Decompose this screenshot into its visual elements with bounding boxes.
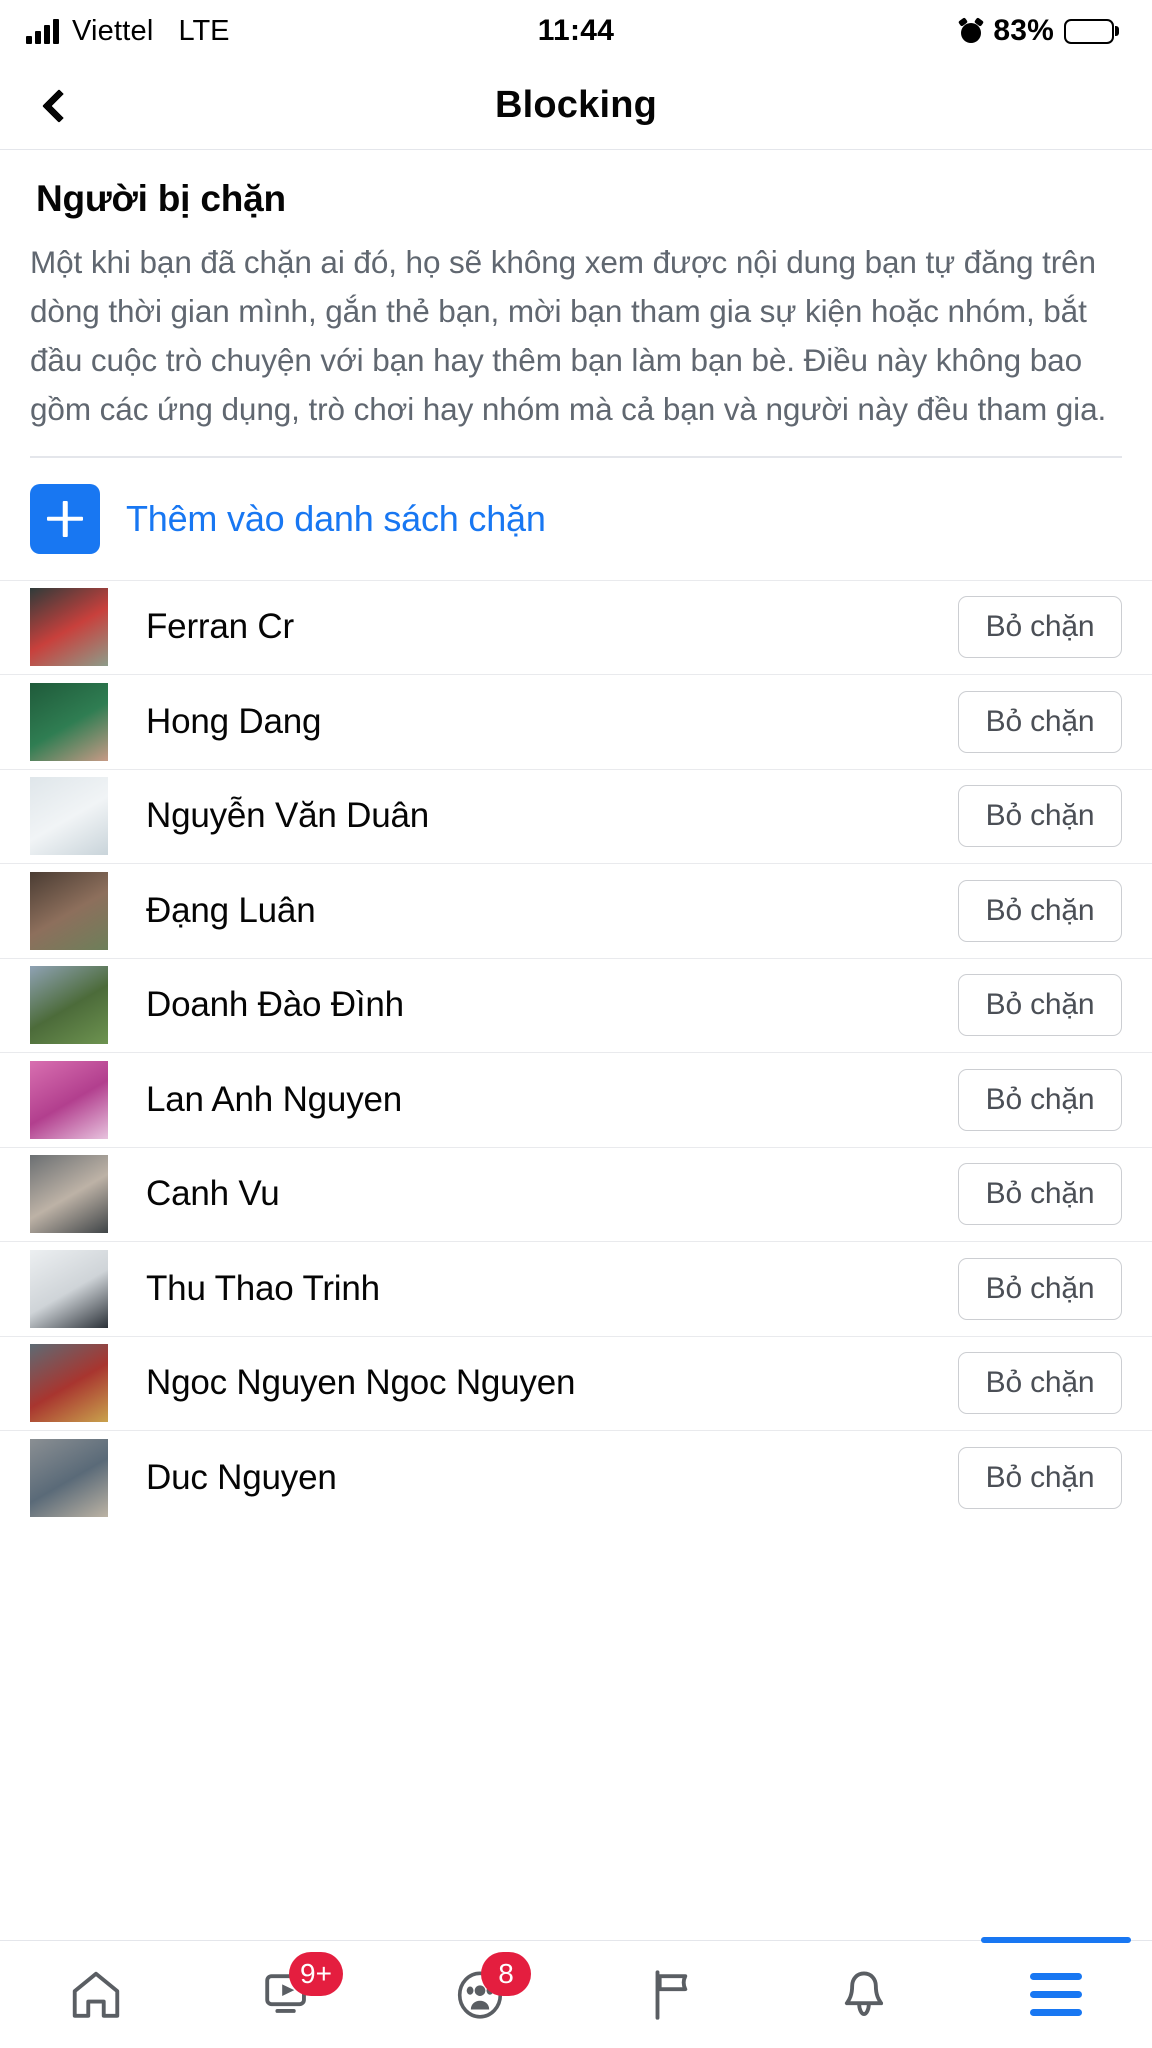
blocked-person-name: Thu Thao Trinh bbox=[146, 1268, 380, 1308]
unblock-button[interactable]: Bỏ chặn bbox=[958, 785, 1122, 848]
blocked-person-row[interactable]: Lan Anh Nguyen Bỏ chặn bbox=[0, 1052, 1152, 1147]
scroll-content[interactable]: Người bị chặn Một khi bạn đã chặn ai đó,… bbox=[0, 150, 1152, 1940]
avatar-image bbox=[30, 1060, 108, 1139]
blocked-person-row[interactable]: Đạng Luân Bỏ chặn bbox=[0, 863, 1152, 958]
avatar[interactable] bbox=[30, 588, 108, 667]
avatar-image bbox=[30, 682, 108, 761]
unblock-button[interactable]: Bỏ chặn bbox=[958, 1257, 1122, 1320]
tab-home[interactable] bbox=[0, 1941, 192, 2048]
avatar[interactable] bbox=[30, 1438, 108, 1517]
groups-badge: 8 bbox=[481, 1951, 531, 1996]
blocked-person-row[interactable]: Thu Thao Trinh Bỏ chặn bbox=[0, 1241, 1152, 1336]
add-to-block-list-label: Thêm vào danh sách chặn bbox=[126, 497, 546, 539]
people-group-icon: 8 bbox=[449, 1951, 531, 2026]
blocked-person-name: Lan Anh Nguyen bbox=[146, 1079, 403, 1119]
avatar-image bbox=[30, 966, 108, 1045]
tab-marketplace[interactable] bbox=[576, 1941, 768, 2048]
avatar[interactable] bbox=[30, 1060, 108, 1139]
plus-icon bbox=[30, 483, 100, 554]
avatar[interactable] bbox=[30, 966, 108, 1045]
unblock-button[interactable]: Bỏ chặn bbox=[958, 1068, 1122, 1131]
section-title: Người bị chặn bbox=[36, 178, 286, 219]
tab-menu[interactable] bbox=[960, 1937, 1152, 2048]
avatar-image bbox=[30, 1438, 108, 1517]
avatar-image bbox=[30, 777, 108, 856]
alarm-icon bbox=[958, 17, 985, 43]
avatar-image bbox=[30, 1155, 108, 1234]
avatar[interactable] bbox=[30, 1344, 108, 1423]
page-title: Blocking bbox=[494, 84, 658, 126]
section-header: Người bị chặn bbox=[0, 150, 1152, 224]
blocked-person-name: Ngoc Nguyen Ngoc Nguyen bbox=[146, 1363, 576, 1403]
blocked-person-name: Nguyễn Văn Duân bbox=[146, 796, 430, 836]
blocked-person-row[interactable]: Canh Vu Bỏ chặn bbox=[0, 1146, 1152, 1242]
avatar-image bbox=[30, 1344, 108, 1423]
avatar-image bbox=[30, 588, 108, 667]
avatar-image bbox=[30, 1249, 108, 1328]
unblock-button[interactable]: Bỏ chặn bbox=[958, 690, 1122, 753]
blocked-person-row[interactable]: Hong Dang Bỏ chặn bbox=[0, 674, 1152, 769]
nav-header: Blocking bbox=[0, 62, 1152, 150]
avatar[interactable] bbox=[30, 1155, 108, 1234]
watch-badge: 9+ bbox=[289, 1951, 343, 1996]
blocked-person-name: Ferran Cr bbox=[146, 607, 294, 647]
avatar[interactable] bbox=[30, 777, 108, 856]
unblock-button[interactable]: Bỏ chặn bbox=[958, 1446, 1122, 1509]
avatar-image bbox=[30, 871, 108, 950]
blocked-person-name: Đạng Luân bbox=[146, 890, 316, 930]
add-to-block-list-button[interactable]: Thêm vào danh sách chặn bbox=[0, 458, 1152, 580]
active-tab-indicator bbox=[981, 1937, 1131, 1943]
flag-icon bbox=[641, 1964, 703, 2026]
blocked-person-name: Doanh Đào Đình bbox=[146, 985, 404, 1025]
bell-icon bbox=[833, 1964, 895, 2026]
tab-notifications[interactable] bbox=[768, 1941, 960, 2048]
avatar[interactable] bbox=[30, 871, 108, 950]
blocked-person-row[interactable]: Duc Nguyen Bỏ chặn bbox=[0, 1430, 1152, 1525]
blocked-person-row[interactable]: Doanh Đào Đình Bỏ chặn bbox=[0, 957, 1152, 1053]
tab-groups[interactable]: 8 bbox=[384, 1941, 576, 2048]
hamburger-menu-icon bbox=[1025, 1964, 1087, 2026]
chevron-left-icon bbox=[42, 88, 76, 123]
blocked-person-name: Duc Nguyen bbox=[146, 1457, 337, 1497]
battery-icon bbox=[1064, 18, 1119, 44]
blocked-person-name: Hong Dang bbox=[146, 701, 322, 741]
blocking-screen: Viettel LTE 11:44 83% Blocking Người bị … bbox=[0, 0, 1152, 2048]
avatar[interactable] bbox=[30, 1249, 108, 1328]
unblock-button[interactable]: Bỏ chặn bbox=[958, 974, 1122, 1037]
back-button[interactable] bbox=[28, 75, 90, 137]
unblock-button[interactable]: Bỏ chặn bbox=[958, 596, 1122, 659]
blocked-person-name: Canh Vu bbox=[146, 1174, 280, 1214]
section-description: Một khi bạn đã chặn ai đó, họ sẽ không x… bbox=[30, 244, 1107, 427]
avatar[interactable] bbox=[30, 682, 108, 761]
video-play-icon: 9+ bbox=[257, 1951, 343, 2026]
status-bar: Viettel LTE 11:44 83% bbox=[0, 0, 1152, 62]
blocked-person-row[interactable]: Nguyễn Văn Duân Bỏ chặn bbox=[0, 768, 1152, 864]
bottom-tab-bar: 9+ 8 bbox=[0, 1937, 1152, 2048]
blocked-people-list: Ferran Cr Bỏ chặn Hong Dang Bỏ chặn Nguyễn V… bbox=[0, 579, 1152, 1525]
unblock-button[interactable]: Bỏ chặn bbox=[958, 1163, 1122, 1226]
unblock-button[interactable]: Bỏ chặn bbox=[958, 1352, 1122, 1415]
tab-watch[interactable]: 9+ bbox=[192, 1941, 384, 2048]
blocked-person-row[interactable]: Ferran Cr Bỏ chặn bbox=[0, 579, 1152, 675]
unblock-button[interactable]: Bỏ chặn bbox=[958, 879, 1122, 942]
home-icon bbox=[65, 1964, 127, 2026]
blocked-person-row[interactable]: Ngoc Nguyen Ngoc Nguyen Bỏ chặn bbox=[0, 1335, 1152, 1431]
